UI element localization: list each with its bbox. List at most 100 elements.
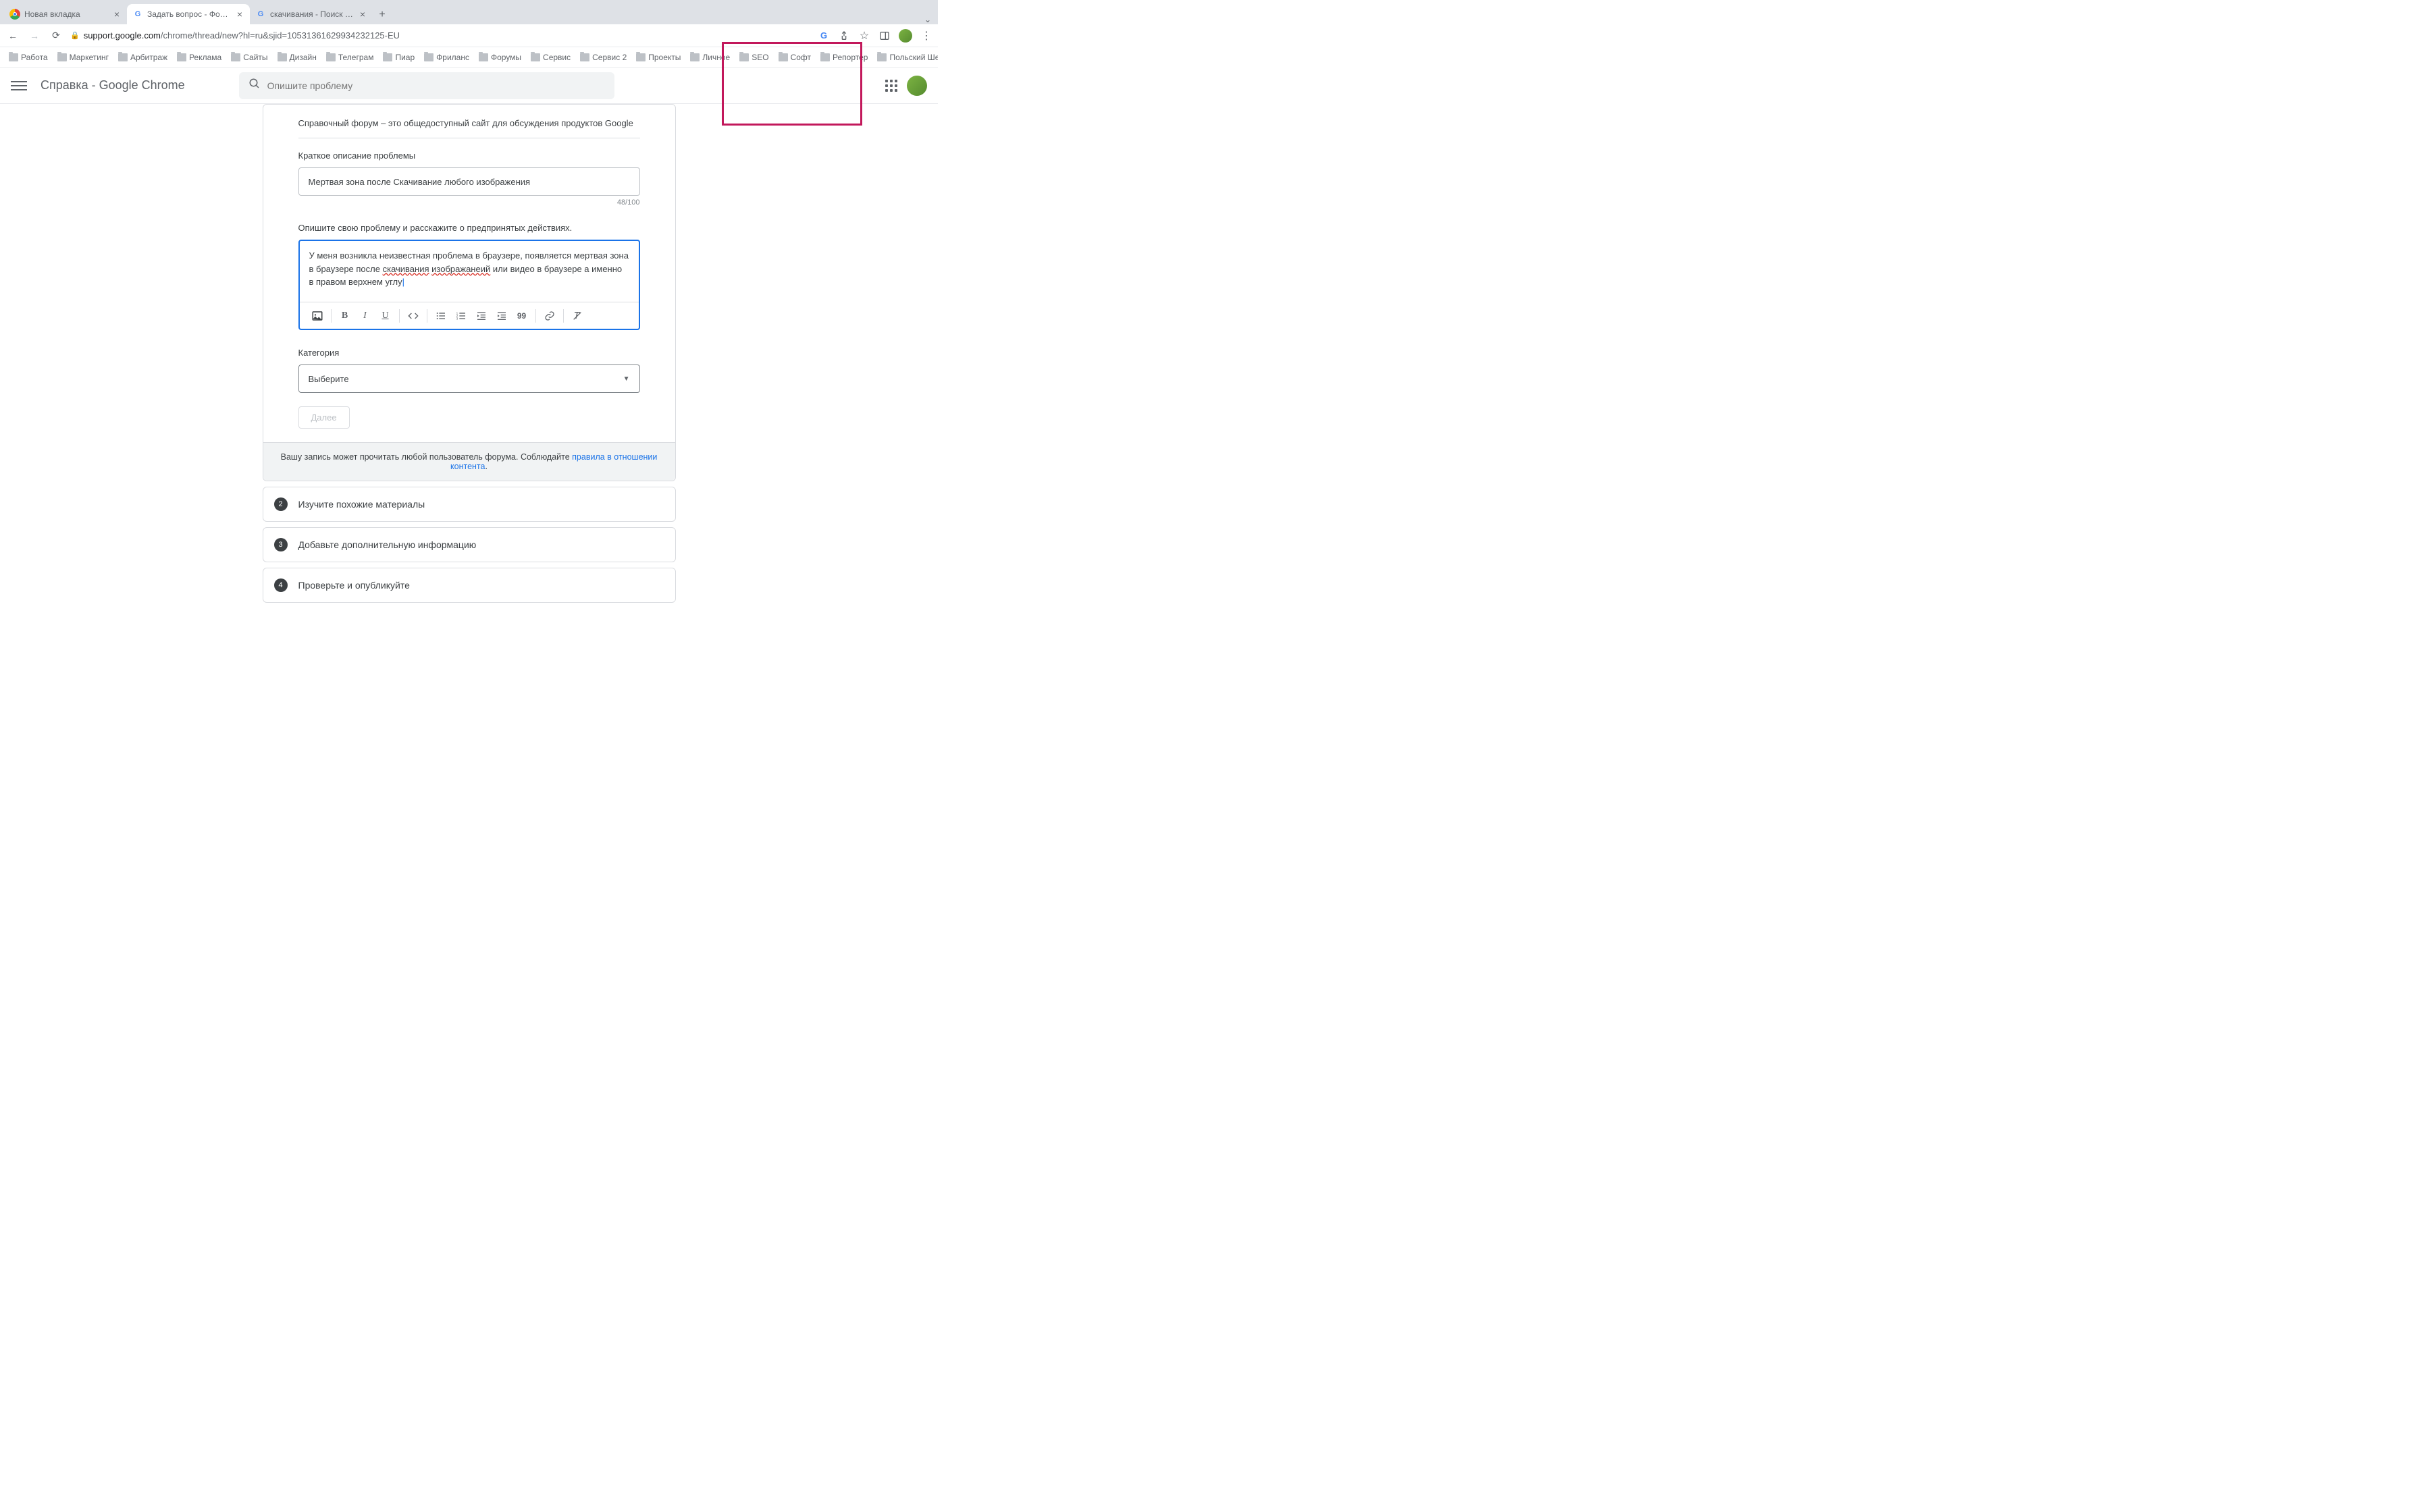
description-editor[interactable]: У меня возникла неизвестная проблема в б… <box>298 240 640 330</box>
step-label: Проверьте и опубликуйте <box>298 580 410 591</box>
bookmark-folder[interactable]: Софт <box>775 51 814 64</box>
apps-grid-icon[interactable] <box>885 80 897 92</box>
outdent-icon[interactable] <box>472 306 491 325</box>
bookmark-folder[interactable]: Проекты <box>633 51 684 64</box>
menu-icon[interactable]: ⋮ <box>920 30 932 42</box>
bookmark-folder[interactable]: SEO <box>736 51 772 64</box>
folder-icon <box>779 53 788 61</box>
step-row[interactable]: 2 Изучите похожие материалы <box>263 487 676 522</box>
reload-button[interactable]: ⟳ <box>49 28 63 43</box>
category-select[interactable]: Выберите ▼ <box>298 364 640 393</box>
forward-button[interactable]: → <box>27 28 42 43</box>
tab-title: Задать вопрос - Форум – Go... <box>147 9 231 19</box>
bookmark-folder[interactable]: Телеграм <box>323 51 377 64</box>
share-icon[interactable] <box>838 30 850 42</box>
bookmark-folder[interactable]: Форумы <box>475 51 525 64</box>
page-title: Cправка - Google Chrome <box>41 78 185 92</box>
step-row[interactable]: 3 Добавьте дополнительную информацию <box>263 527 676 562</box>
underline-icon[interactable]: U <box>376 306 395 325</box>
intro-text: Справочный форум – это общедоступный сай… <box>298 118 640 138</box>
indent-icon[interactable] <box>492 306 511 325</box>
bookmark-folder[interactable]: Дизайн <box>274 51 320 64</box>
folder-icon <box>820 53 830 61</box>
browser-tab[interactable]: G скачивания - Поиск в Google × <box>250 4 373 24</box>
bookmark-folder[interactable]: Личное <box>687 51 733 64</box>
hamburger-menu-icon[interactable] <box>11 78 27 94</box>
close-icon[interactable]: × <box>112 9 122 19</box>
google-profile-icon[interactable]: G <box>818 30 830 42</box>
clear-format-icon[interactable] <box>568 306 587 325</box>
browser-tab[interactable]: Новая вкладка × <box>4 4 127 24</box>
folder-icon <box>479 53 488 61</box>
tab-title: скачивания - Поиск в Google <box>270 9 354 19</box>
code-icon[interactable] <box>404 306 423 325</box>
divider <box>535 309 536 323</box>
close-icon[interactable]: × <box>358 9 367 19</box>
bookmark-folder[interactable]: Фриланс <box>421 51 473 64</box>
step-label: Изучите похожие материалы <box>298 499 425 510</box>
folder-icon <box>580 53 589 61</box>
editor-content[interactable]: У меня возникла неизвестная проблема в б… <box>300 241 639 302</box>
profile-avatar[interactable] <box>899 29 912 43</box>
star-icon[interactable]: ☆ <box>858 30 870 42</box>
bookmark-folder[interactable]: Сервис <box>527 51 574 64</box>
link-icon[interactable] <box>540 306 559 325</box>
text-cursor <box>402 277 404 287</box>
bold-icon[interactable]: B <box>336 306 354 325</box>
title-input[interactable] <box>298 167 640 196</box>
step-number: 2 <box>274 497 288 511</box>
account-avatar[interactable] <box>907 76 927 96</box>
bookmark-folder[interactable]: Реклама <box>174 51 225 64</box>
step-number: 4 <box>274 578 288 592</box>
quote-icon[interactable]: 99 <box>512 306 531 325</box>
numbered-list-icon[interactable]: 123 <box>452 306 471 325</box>
folder-icon <box>57 53 67 61</box>
step-number: 3 <box>274 538 288 551</box>
folder-icon <box>231 53 240 61</box>
folder-icon <box>424 53 433 61</box>
sidebar-icon[interactable] <box>878 30 891 42</box>
divider <box>331 309 332 323</box>
bookmark-folder[interactable]: Сервис 2 <box>577 51 630 64</box>
tabs-dropdown-icon[interactable]: ⌄ <box>918 15 938 24</box>
chrome-icon <box>9 9 20 20</box>
address-field[interactable]: 🔒 support.google.com/chrome/thread/new?h… <box>70 30 811 40</box>
folder-icon <box>690 53 700 61</box>
address-bar: ← → ⟳ 🔒 support.google.com/chrome/thread… <box>0 24 938 47</box>
bookmark-folder[interactable]: Маркетинг <box>54 51 112 64</box>
browser-tab[interactable]: G Задать вопрос - Форум – Go... × <box>127 4 250 24</box>
next-button[interactable]: Далее <box>298 406 350 429</box>
bookmark-folder[interactable]: Польский Шеф <box>874 51 938 64</box>
main-content: Справочный форум – это общедоступный сай… <box>0 104 938 603</box>
bookmark-folder[interactable]: Пиар <box>379 51 418 64</box>
divider <box>399 309 400 323</box>
search-input[interactable] <box>267 80 605 91</box>
new-tab-button[interactable]: + <box>373 5 392 24</box>
search-box[interactable] <box>239 72 614 99</box>
bookmark-folder[interactable]: Арбитраж <box>115 51 171 64</box>
folder-icon <box>877 53 887 61</box>
bookmark-folder[interactable]: Сайты <box>228 51 271 64</box>
bookmark-folder[interactable]: Работа <box>5 51 51 64</box>
char-count: 48/100 <box>298 198 640 207</box>
bookmark-folder[interactable]: Репортер <box>817 51 871 64</box>
image-icon[interactable] <box>308 306 327 325</box>
step-row[interactable]: 4 Проверьте и опубликуйте <box>263 568 676 603</box>
svg-text:3: 3 <box>456 317 458 320</box>
folder-icon <box>278 53 287 61</box>
bullet-list-icon[interactable] <box>431 306 450 325</box>
italic-icon[interactable]: I <box>356 306 375 325</box>
close-icon[interactable]: × <box>235 9 244 19</box>
back-button[interactable]: ← <box>5 28 20 43</box>
divider <box>563 309 564 323</box>
folder-icon <box>9 53 18 61</box>
folder-icon <box>326 53 336 61</box>
form-card: Справочный форум – это общедоступный сай… <box>263 104 676 481</box>
description-label: Опишите свою проблему и расскажите о пре… <box>298 223 640 233</box>
bookmark-bar: Работа Маркетинг Арбитраж Реклама Сайты … <box>0 47 938 68</box>
category-label: Категория <box>298 348 640 358</box>
url-domain: support.google.com <box>84 30 161 40</box>
google-icon: G <box>132 9 143 20</box>
chevron-down-icon: ▼ <box>623 375 630 383</box>
folder-icon <box>739 53 749 61</box>
